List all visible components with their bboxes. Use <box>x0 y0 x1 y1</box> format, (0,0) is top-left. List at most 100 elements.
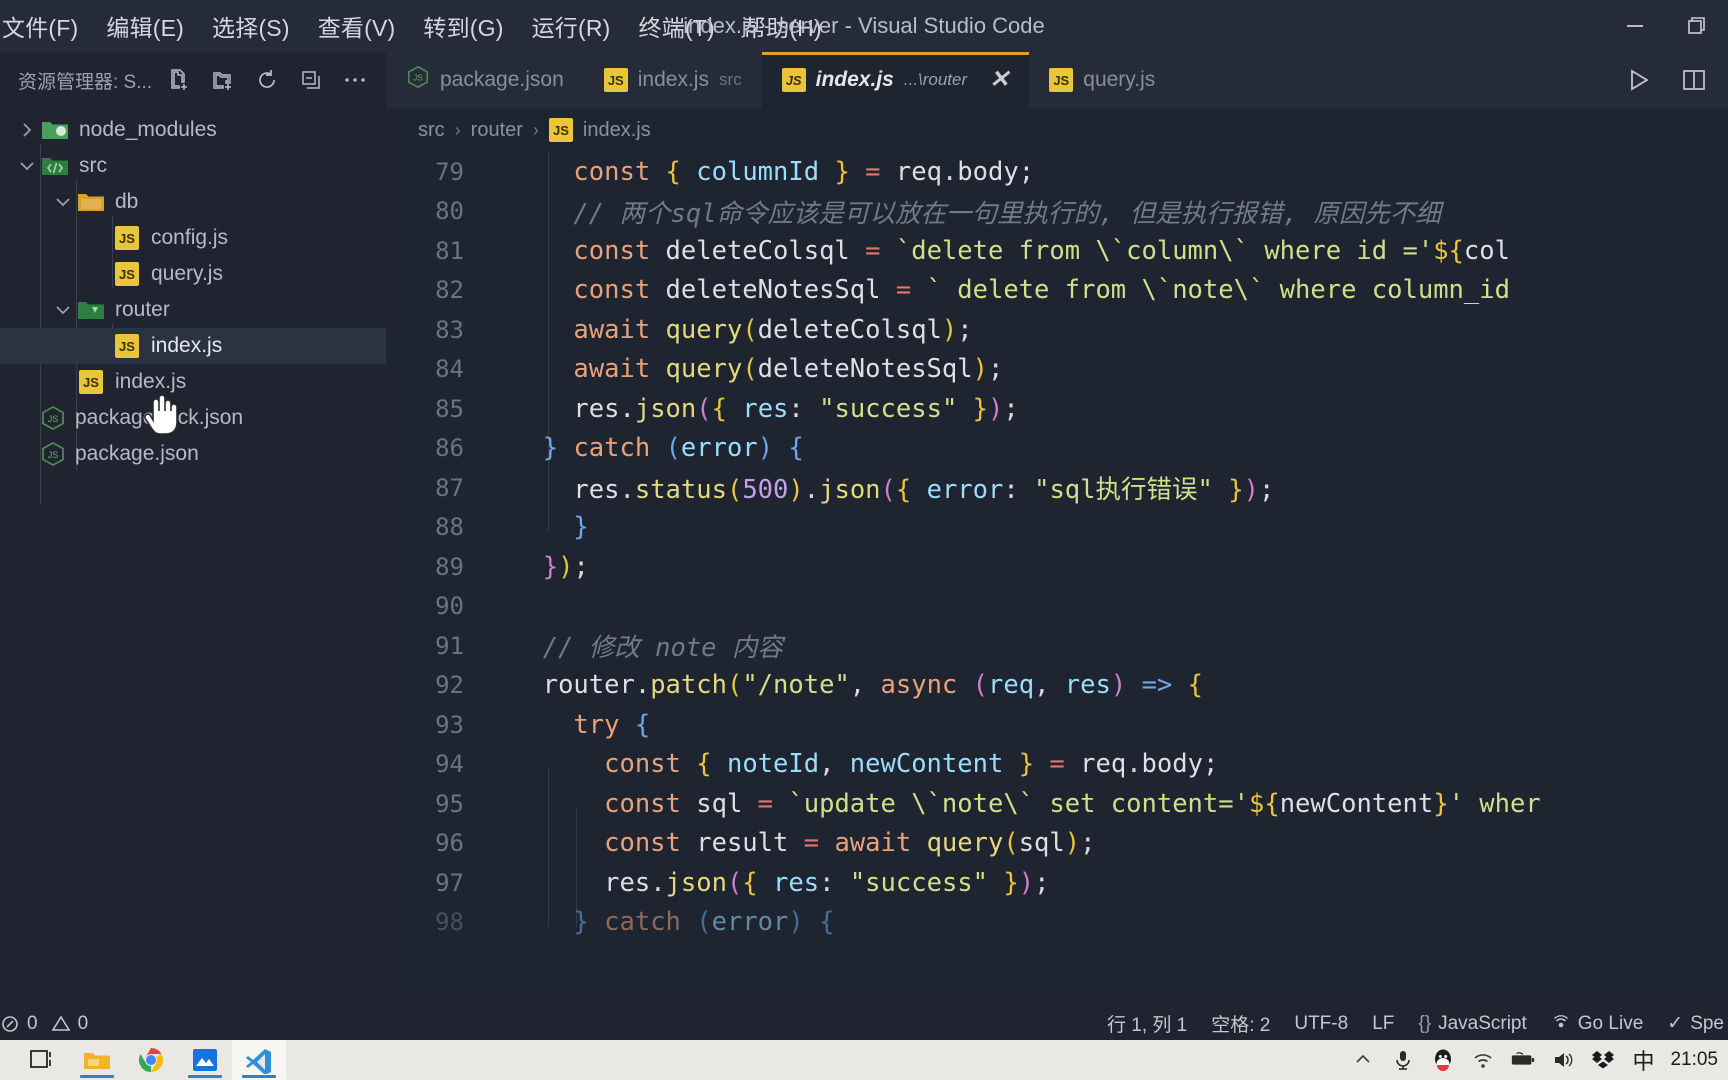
breadcrumb-part-router[interactable]: router <box>471 119 523 142</box>
line-number: 89 <box>435 552 464 581</box>
code-line: 79 const { columnId } = req.body; <box>386 152 1728 192</box>
tree-item-router-index-js[interactable]: JS index.js <box>0 328 386 364</box>
volume-icon[interactable] <box>1550 1047 1576 1073</box>
code-line: 86 } catch (error) { <box>386 429 1728 469</box>
tree-item-config-js[interactable]: JS config.js <box>0 220 386 256</box>
breadcrumb-part-file[interactable]: index.js <box>583 119 651 142</box>
more-actions-icon[interactable] <box>342 67 368 93</box>
tree-item-label: db <box>115 190 139 213</box>
menu-item-go[interactable]: 转到(G) <box>409 5 517 47</box>
status-indentation[interactable]: 空格: 2 <box>1211 1010 1270 1037</box>
qq-icon[interactable] <box>1430 1047 1456 1073</box>
menu-item-help[interactable]: 帮助(H) <box>729 5 836 47</box>
status-bar: 0 0 行 1, 列 1 空格: 2 UTF-8 LF {} JavaScrip… <box>0 1007 1728 1040</box>
close-icon[interactable]: ✕ <box>989 68 1009 92</box>
menu-item-selection[interactable]: 选择(S) <box>198 5 304 47</box>
status-go-live[interactable]: Go Live <box>1551 1013 1643 1035</box>
minimize-button[interactable] <box>1604 0 1666 52</box>
tree-item-src-index-js[interactable]: JS index.js <box>0 364 386 400</box>
breadcrumb-part-src[interactable]: src <box>418 119 445 142</box>
line-number: 81 <box>435 236 464 265</box>
tree-item-label: package.json <box>75 442 199 465</box>
tab-query-js[interactable]: JS query.js <box>1029 52 1176 108</box>
wifi-icon[interactable] <box>1470 1047 1496 1073</box>
js-file-icon: JS <box>548 118 573 142</box>
status-language-mode[interactable]: {} JavaScript <box>1418 1013 1526 1035</box>
new-file-icon[interactable] <box>166 67 192 93</box>
tab-package-json[interactable]: JS package.json <box>386 52 584 108</box>
run-icon[interactable] <box>1612 52 1664 108</box>
line-number: 83 <box>435 315 464 344</box>
file-explorer-icon[interactable] <box>70 1040 124 1080</box>
tab-index-js-src[interactable]: JS index.js src <box>583 52 762 108</box>
line-number: 92 <box>435 671 464 700</box>
breadcrumb-separator: › <box>532 119 539 140</box>
battery-icon[interactable] <box>1510 1047 1536 1073</box>
tree-item-query-js[interactable]: JS query.js <box>0 256 386 292</box>
tree-item-db[interactable]: db <box>0 184 386 220</box>
node-file-icon: JS <box>40 441 66 467</box>
svg-text:JS: JS <box>48 450 59 460</box>
js-file-icon: JS <box>112 226 142 250</box>
tab-sublabel: ...\router <box>903 70 968 89</box>
js-file-icon: JS <box>112 334 142 358</box>
menu-item-file[interactable]: 文件(F) <box>0 5 92 47</box>
chrome-icon[interactable] <box>124 1040 178 1080</box>
status-eol[interactable]: LF <box>1372 1013 1394 1035</box>
line-content: // 两个sql命令应该是可以放在一句里执行的, 但是执行报错, 原因先不细 <box>512 198 1441 229</box>
folder-node-modules-icon <box>40 118 70 142</box>
refresh-icon[interactable] <box>254 67 280 93</box>
vscode-icon[interactable] <box>232 1040 286 1080</box>
title-bar: 文件(F) 编辑(E) 选择(S) 查看(V) 转到(G) 运行(R) 终端(T… <box>0 0 1728 52</box>
folder-src-icon <box>40 154 70 178</box>
tree-item-label: query.js <box>151 262 223 285</box>
code-line: 80 // 两个sql命令应该是可以放在一句里执行的, 但是执行报错, 原因先不… <box>386 192 1728 232</box>
code-line: 94 const { noteId, newContent } = req.bo… <box>386 745 1728 785</box>
menu-item-view[interactable]: 查看(V) <box>304 5 410 47</box>
collapse-all-icon[interactable] <box>298 67 324 93</box>
restore-button[interactable] <box>1666 0 1728 52</box>
code-viewport[interactable]: 79 const { columnId } = req.body; 80 // … <box>386 152 1728 1007</box>
status-spell-checker[interactable]: ✓ Spe <box>1667 1012 1724 1035</box>
braces-icon: {} <box>1418 1012 1432 1034</box>
tree-item-node-modules[interactable]: node_modules <box>0 112 386 148</box>
show-hidden-icons-chevron[interactable] <box>1350 1047 1376 1073</box>
explorer-sidebar: 资源管理器: S... node_modules src db JS confi… <box>0 52 386 1007</box>
status-cursor-position[interactable]: 行 1, 列 1 <box>1107 1010 1187 1037</box>
blue-app-icon[interactable] <box>178 1040 232 1080</box>
tree-item-src[interactable]: src <box>0 148 386 184</box>
line-content: router.patch("/note", async (req, res) =… <box>542 670 1203 701</box>
line-number: 82 <box>435 276 464 305</box>
explorer-header: 资源管理器: S... <box>0 52 386 108</box>
menu-bar: 文件(F) 编辑(E) 选择(S) 查看(V) 转到(G) 运行(R) 终端(T… <box>0 5 836 47</box>
go-live-label: Go Live <box>1577 1012 1644 1034</box>
ime-chinese-icon[interactable]: 中 <box>1630 1047 1656 1074</box>
tree-item-package-lock-json[interactable]: JS package-lock.json <box>0 400 386 436</box>
line-content: const { noteId, newContent } = req.body; <box>604 749 1219 780</box>
task-view-icon[interactable] <box>16 1040 70 1080</box>
split-editor-icon[interactable] <box>1668 52 1720 108</box>
line-content: const deleteNotesSql = ` delete from \`n… <box>573 275 1510 306</box>
line-content: }); <box>542 551 589 582</box>
status-problems[interactable]: 0 0 <box>0 1013 88 1035</box>
line-content: await query(deleteNotesSql); <box>573 354 1004 385</box>
code-line: 83 await query(deleteColsql); <box>386 310 1728 350</box>
microphone-icon[interactable] <box>1390 1047 1416 1073</box>
js-file-icon: JS <box>603 68 628 92</box>
new-folder-icon[interactable] <box>210 67 236 93</box>
menu-item-terminal[interactable]: 终端(T) <box>625 5 729 47</box>
code-line: 93 try { <box>386 705 1728 745</box>
menu-item-run[interactable]: 运行(R) <box>518 5 625 47</box>
tree-item-label: package-lock.json <box>75 406 244 429</box>
line-number: 87 <box>435 473 464 502</box>
broadcast-icon <box>1553 1014 1568 1027</box>
tab-index-js-router[interactable]: JS index.js ...\router ✕ <box>761 52 1030 108</box>
dropbox-icon[interactable] <box>1590 1047 1616 1073</box>
line-number: 95 <box>435 789 464 818</box>
breadcrumb-separator: › <box>454 119 461 140</box>
tree-item-package-json[interactable]: JS package.json <box>0 436 386 472</box>
tree-item-router[interactable]: router <box>0 292 386 328</box>
menu-item-edit[interactable]: 编辑(E) <box>92 5 198 47</box>
taskbar-clock[interactable]: 21:05 <box>1670 1049 1718 1071</box>
status-encoding[interactable]: UTF-8 <box>1294 1013 1348 1035</box>
